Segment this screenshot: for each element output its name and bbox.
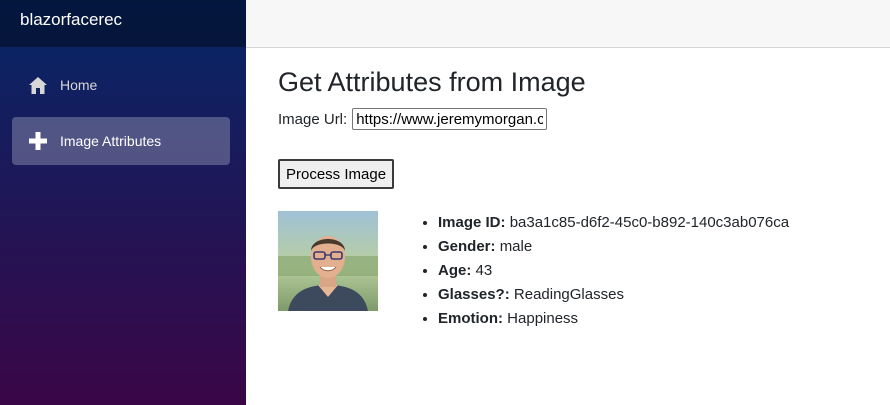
sidebar-item-label: Home	[60, 77, 98, 93]
list-item: Glasses?: ReadingGlasses	[438, 283, 789, 307]
attr-value: Happiness	[507, 310, 579, 327]
list-item: Gender: male	[438, 235, 789, 259]
sidebar-item-image-attributes[interactable]: Image Attributes	[12, 117, 230, 165]
brand-link[interactable]: blazorfacerec	[0, 10, 122, 30]
list-item: Emotion: Happiness	[438, 307, 789, 331]
process-image-button[interactable]: Process Image	[278, 159, 395, 189]
sidebar: blazorfacerec Home Image Attributes	[0, 0, 246, 405]
attribute-list: Image ID: ba3a1c85-d6f2-45c0-b892-140c3a…	[418, 211, 789, 331]
attr-value: ba3a1c85-d6f2-45c0-b892-140c3ab076ca	[509, 214, 790, 231]
sidebar-item-home[interactable]: Home	[12, 61, 230, 109]
result-panel: Image ID: ba3a1c85-d6f2-45c0-b892-140c3a…	[278, 211, 878, 331]
face-photo	[278, 211, 378, 311]
attr-value: male	[499, 238, 533, 255]
sidebar-nav: Home Image Attributes	[0, 47, 246, 165]
sidebar-item-label: Image Attributes	[60, 133, 162, 149]
attr-label: Gender:	[438, 238, 496, 255]
brand-bar: blazorfacerec	[0, 0, 246, 47]
attr-label: Emotion:	[438, 310, 503, 327]
plus-icon	[28, 131, 48, 151]
main-content: Get Attributes from Image Image Url: Pro…	[278, 48, 878, 331]
page-title: Get Attributes from Image	[278, 67, 586, 97]
attr-label: Glasses?:	[438, 286, 510, 303]
image-url-input[interactable]	[352, 108, 548, 130]
attr-label: Age:	[438, 262, 472, 279]
attr-value: ReadingGlasses	[513, 286, 624, 303]
top-bar	[246, 0, 890, 48]
attr-label: Image ID:	[438, 214, 506, 231]
attr-value: 43	[475, 262, 493, 279]
image-url-label: Image Url:	[278, 110, 348, 128]
app: blazorfacerec Home Image Attributes Get …	[0, 0, 890, 405]
url-row: Image Url:	[278, 108, 878, 130]
home-icon	[28, 75, 48, 95]
list-item: Age: 43	[438, 259, 789, 283]
list-item: Image ID: ba3a1c85-d6f2-45c0-b892-140c3a…	[438, 211, 789, 235]
